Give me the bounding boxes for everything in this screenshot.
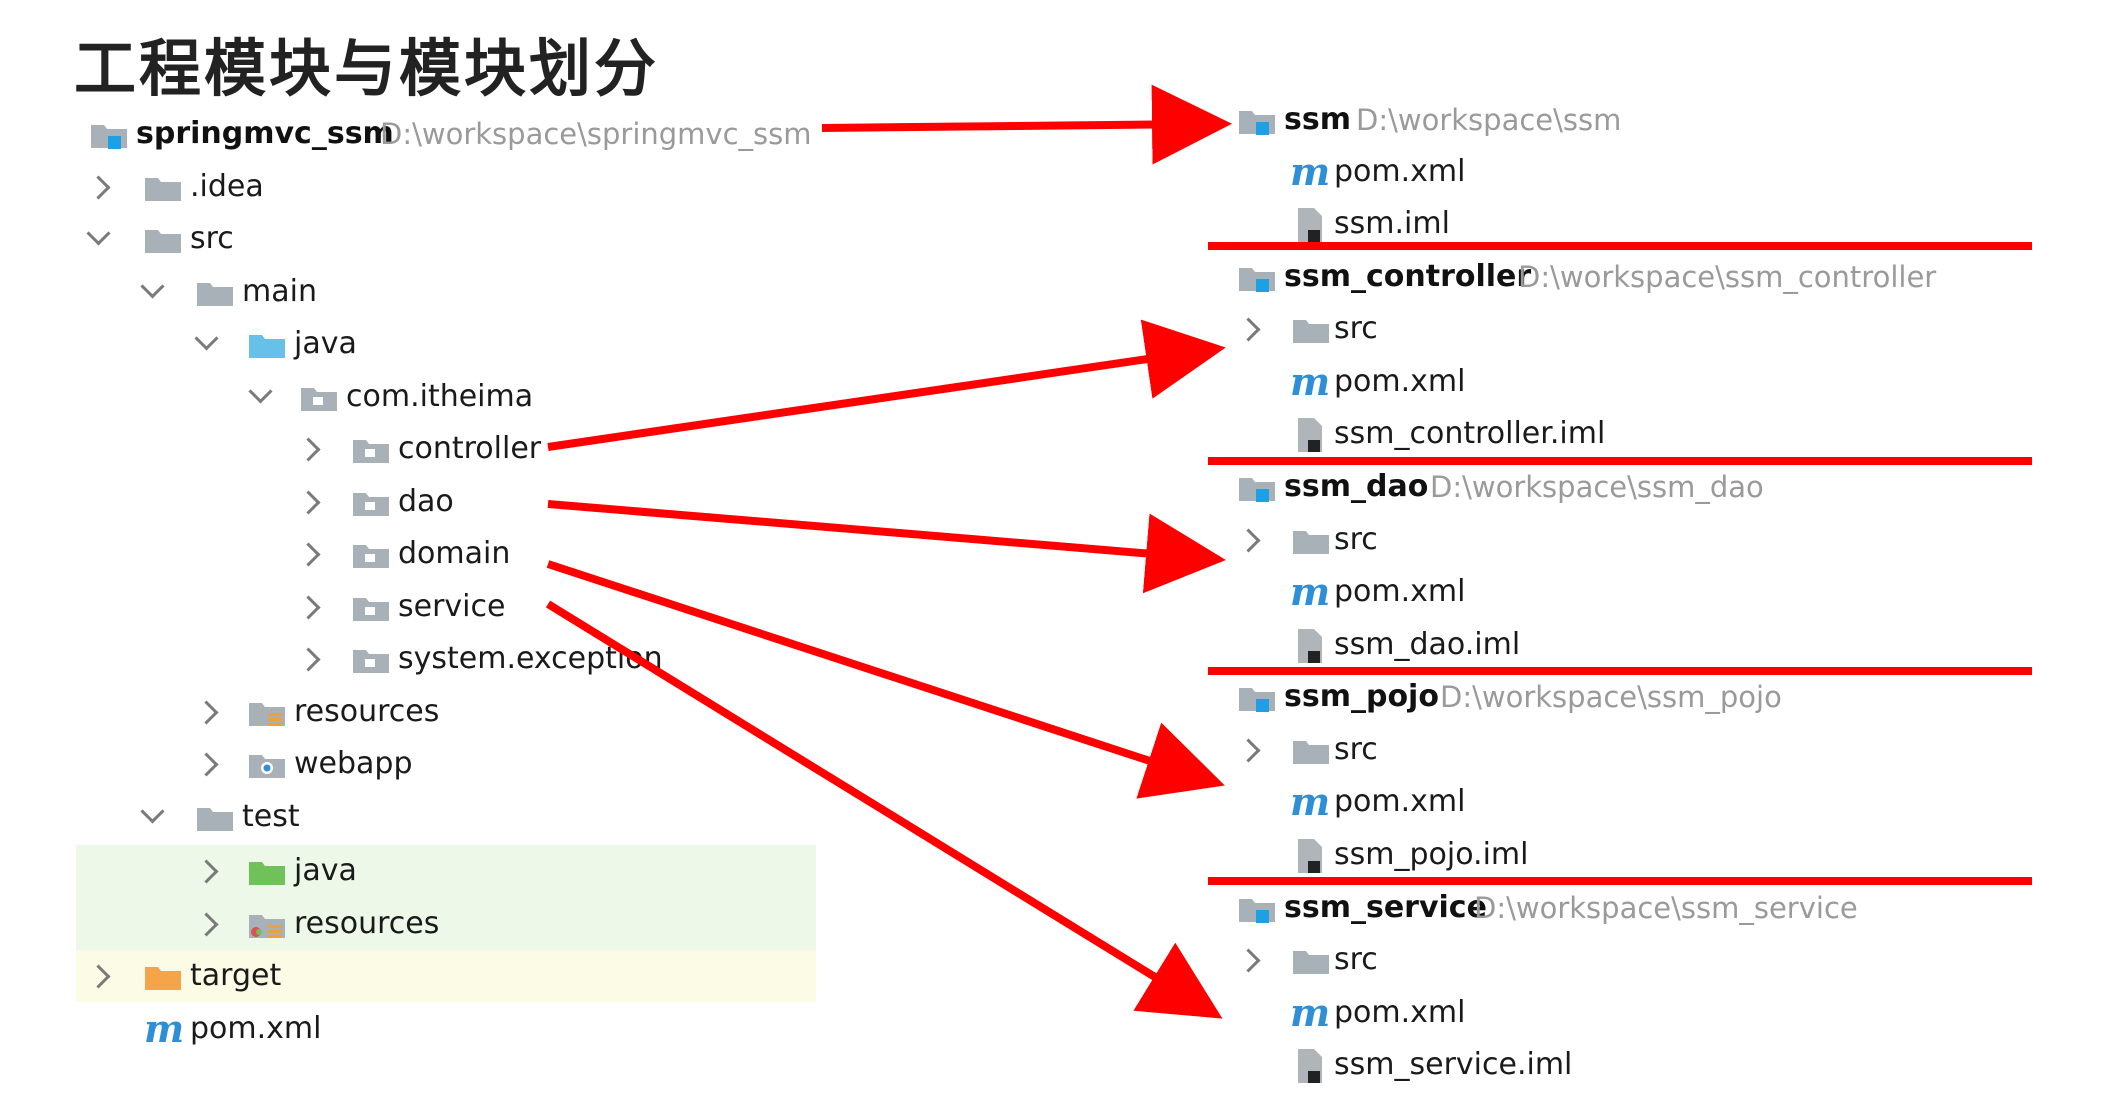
arrow-service-to-ssm-service <box>545 600 1223 1019</box>
arrow-springmvc-ssm-to-ssm <box>821 84 1232 165</box>
mapping-arrows <box>545 84 1232 1019</box>
arrow-domain-to-ssm-pojo <box>546 560 1225 799</box>
arrow-dao-to-ssm-dao <box>547 500 1226 594</box>
arrow-controller-to-ssm-controller <box>547 319 1226 451</box>
